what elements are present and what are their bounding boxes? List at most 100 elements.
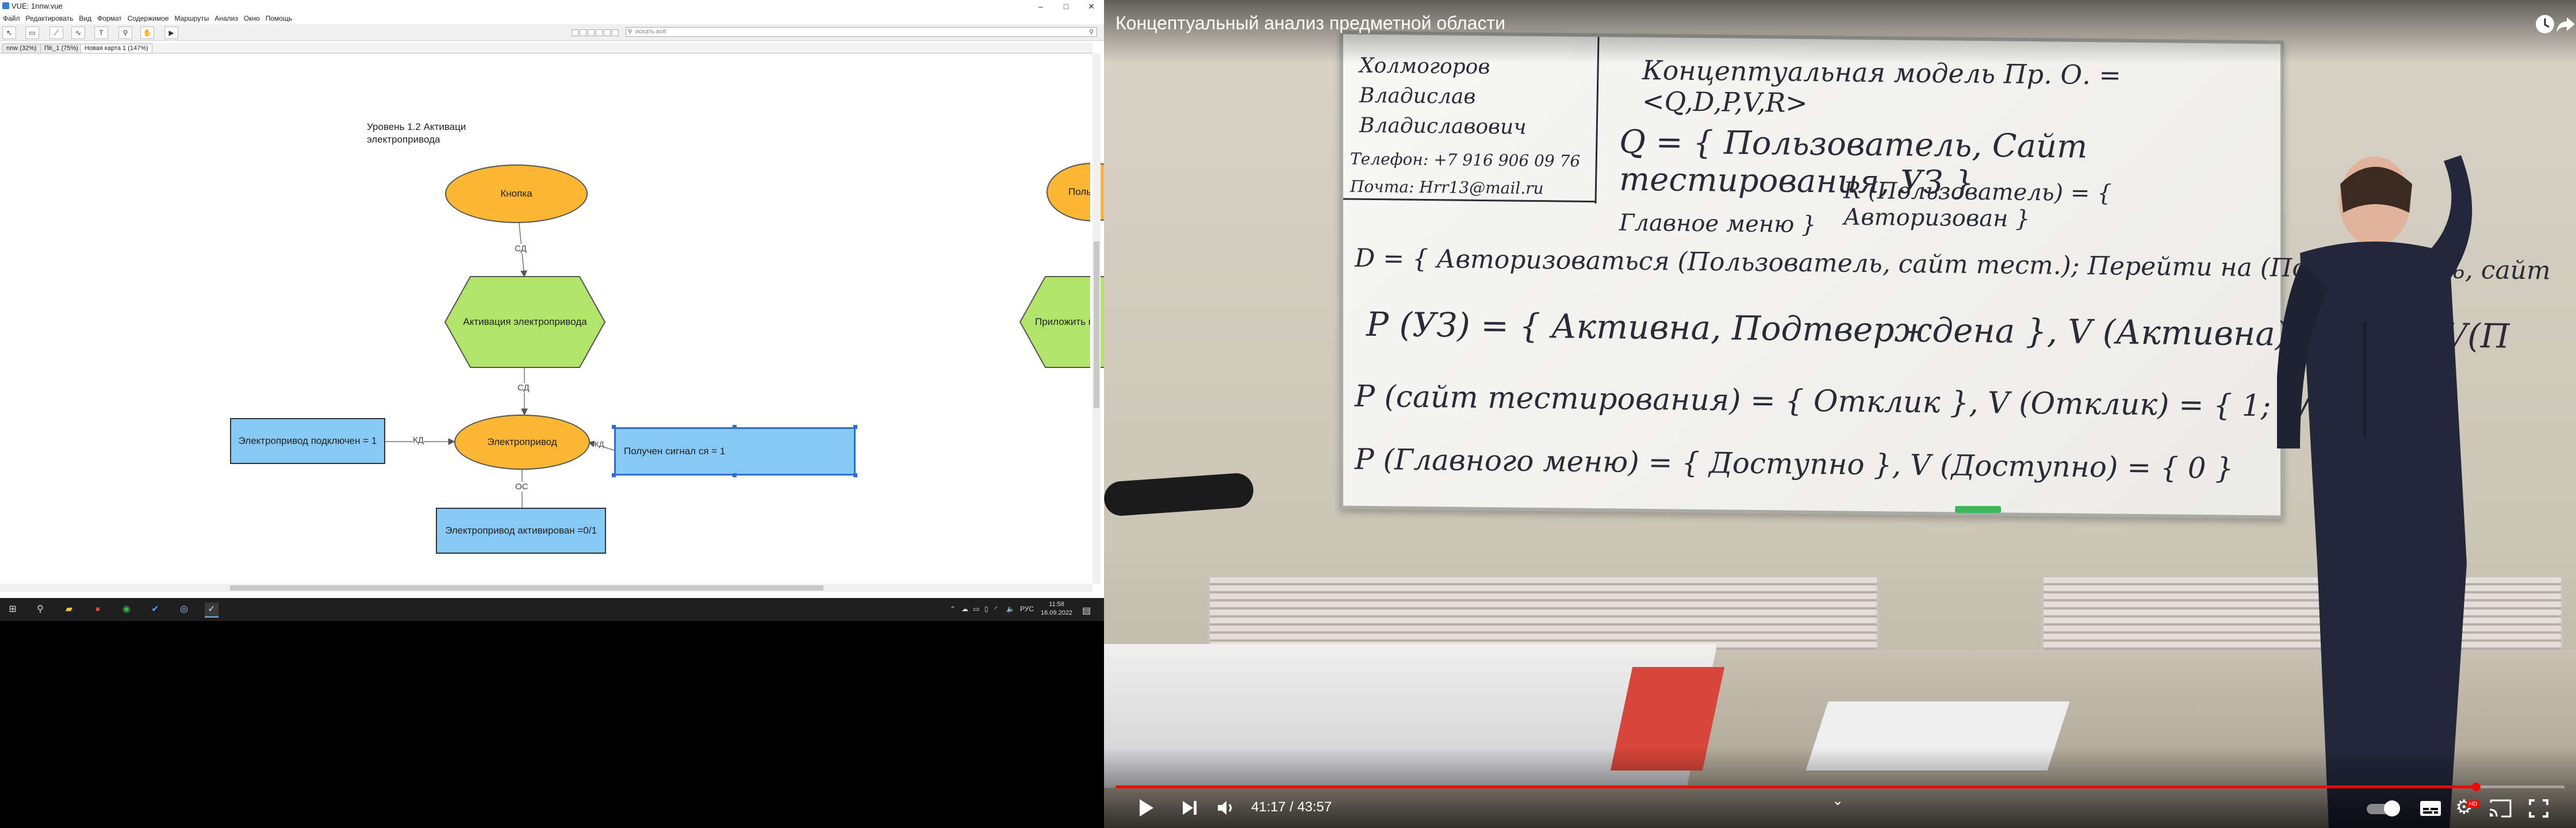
clock-icon[interactable]: [2535, 14, 2555, 34]
zoom-tool-icon[interactable]: ⚲: [118, 26, 132, 39]
taskbar-date: 16.09.2022: [1041, 610, 1073, 616]
explorer-icon[interactable]: ▰: [62, 603, 76, 616]
chevron-down-icon[interactable]: ⌄: [1832, 792, 1843, 809]
tray-chevron-icon[interactable]: ⌃: [950, 605, 956, 613]
input-language[interactable]: РУС: [1020, 605, 1034, 613]
vue-taskbar-icon[interactable]: ✓: [205, 603, 218, 618]
hd-badge: HD: [2467, 800, 2479, 808]
node-drive[interactable]: Электропривод: [454, 415, 590, 470]
node-button-label: Кнопка: [500, 188, 532, 199]
minimize-icon[interactable]: –: [1028, 0, 1053, 13]
volume-icon[interactable]: [1217, 799, 1236, 816]
node-connected[interactable]: Электропривод подключен = 1: [230, 418, 385, 464]
node-tool-icon[interactable]: ▭: [25, 26, 39, 39]
menu-analysis[interactable]: Анализ: [212, 13, 241, 22]
toolbar-toggle-icon[interactable]: [596, 29, 603, 36]
select-tool-icon[interactable]: ↖: [2, 26, 16, 39]
toolbar-toggle-icon[interactable]: [604, 29, 611, 36]
whiteboard: Холмогоров Владислав Владиславович Телеф…: [1340, 30, 2551, 519]
selection-handle[interactable]: [853, 473, 857, 477]
app-icon[interactable]: ◎: [177, 603, 191, 616]
menu-edit[interactable]: Редактировать: [23, 13, 76, 22]
node-activation[interactable]: Активация электропривода: [444, 275, 606, 369]
notifications-icon[interactable]: ▤: [1082, 605, 1091, 616]
tab-nnw[interactable]: nnw (32%): [2, 44, 41, 53]
toolbar-toggle-icon[interactable]: [588, 29, 595, 36]
chrome-icon[interactable]: ◉: [120, 603, 133, 616]
text-tool-icon[interactable]: T: [94, 26, 108, 39]
next-icon[interactable]: [1181, 799, 1198, 816]
toolbar-toggle-icon[interactable]: [580, 29, 586, 36]
search-go-icon[interactable]: ⚲: [1089, 28, 1094, 36]
menu-window[interactable]: Окно: [241, 13, 263, 22]
time-display: 41:17 / 43:57: [1251, 799, 1332, 815]
lecturer: [2277, 155, 2472, 828]
marker-set: [1955, 506, 2001, 513]
hand-tool-icon[interactable]: ✋: [140, 26, 154, 39]
edge-label-sd: СД: [515, 244, 527, 254]
search-input[interactable]: искать всё: [626, 27, 1097, 37]
vertical-scroll-thumb[interactable]: [1094, 241, 1099, 408]
board-heading: Концептуальная модель Пр. О. = <Q,D,P,V,…: [1642, 54, 2121, 118]
presentation-tool-icon[interactable]: ▶: [164, 26, 178, 39]
yandex-browser-icon[interactable]: ●: [91, 603, 105, 616]
fullscreen-icon[interactable]: [2529, 799, 2548, 818]
node-activated[interactable]: Электропривод активирован =0/1: [436, 508, 606, 554]
node-right-partial-label: Поль: [1068, 186, 1092, 197]
search-icon[interactable]: ⚲: [33, 603, 47, 616]
map-canvas[interactable]: Уровень 1.2 Активаци электропривода Кноп…: [0, 53, 1138, 584]
selection-handle[interactable]: [733, 473, 737, 477]
video-player[interactable]: Холмогоров Владислав Владиславович Телеф…: [1104, 0, 2576, 828]
search-icon: ⚲: [628, 29, 632, 35]
board-author-line3: Владиславович: [1359, 113, 1527, 139]
selection-handle[interactable]: [612, 473, 616, 477]
horizontal-scroll-thumb[interactable]: [230, 585, 823, 591]
map-tabs: [0, 43, 1092, 53]
window-title: VUE: 1nnw.vue: [12, 2, 63, 10]
node-connected-label: Электропривод подключен = 1: [238, 435, 377, 446]
selection-handle[interactable]: [733, 425, 737, 429]
tray-volume-icon[interactable]: 🔈: [1006, 605, 1015, 613]
tab-new-map[interactable]: Новая карта 1 (147%): [80, 44, 152, 53]
selection-handle[interactable]: [853, 425, 857, 429]
tray-wifi-icon[interactable]: ◜: [995, 605, 998, 613]
progress-scrubber[interactable]: [2472, 783, 2481, 791]
title-bar: VUE: 1nnw.vue – □ ✕: [0, 0, 1104, 13]
menu-format[interactable]: Формат: [94, 13, 125, 22]
menu-file[interactable]: Файл: [0, 13, 23, 22]
share-icon[interactable]: [2555, 14, 2576, 34]
menu-view[interactable]: Вид: [76, 13, 94, 22]
link-tool-icon[interactable]: ⟋: [49, 26, 63, 39]
close-icon[interactable]: ✕: [1079, 0, 1104, 13]
board-author-line2: Владислав: [1359, 83, 1476, 109]
video-title[interactable]: Концептуальный анализ предметной области: [1116, 13, 1505, 34]
tray-cloud-icon[interactable]: ☁: [961, 605, 968, 613]
curve-tool-icon[interactable]: ∿: [71, 26, 85, 39]
toolbar-toggle-icon[interactable]: [572, 29, 578, 36]
node-signal[interactable]: Получен сигнал ся = 1: [614, 427, 856, 476]
cast-icon[interactable]: [2489, 799, 2512, 818]
edge-label-kd: КД: [595, 440, 604, 448]
tab-pk1[interactable]: ПК_1 (75%): [40, 44, 82, 53]
menu-pathways[interactable]: Маршруты: [172, 13, 212, 22]
taskbar-clock[interactable]: 11:58 16.09.2022: [1041, 600, 1072, 618]
toolbar-toggle-icon[interactable]: [612, 29, 619, 36]
start-icon[interactable]: ⊞: [6, 603, 20, 616]
board-divider: [1343, 198, 1596, 203]
maximize-icon[interactable]: □: [1053, 0, 1079, 13]
app-icon: [2, 2, 9, 9]
vue-window: VUE: 1nnw.vue – □ ✕ Файл Редактировать Вид…: [0, 0, 1138, 598]
tray-network-icon[interactable]: ▭: [973, 605, 979, 613]
menu-help[interactable]: Помощь: [263, 13, 295, 22]
edge-label-kd: КД: [413, 435, 424, 445]
node-signal-label: Получен сигнал ся = 1: [624, 446, 726, 457]
selection-handle[interactable]: [612, 425, 616, 429]
todo-icon[interactable]: ✔: [148, 603, 162, 616]
level-label[interactable]: Уровень 1.2 Активаци электропривода: [367, 121, 466, 146]
play-icon[interactable]: [1137, 798, 1155, 818]
menu-content[interactable]: Содержимое: [125, 13, 172, 22]
subtitles-icon[interactable]: [2420, 800, 2441, 816]
node-drive-label: Электропривод: [487, 436, 557, 447]
node-button[interactable]: Кнопка: [445, 164, 588, 223]
tray-battery-icon[interactable]: ▯: [984, 605, 988, 613]
